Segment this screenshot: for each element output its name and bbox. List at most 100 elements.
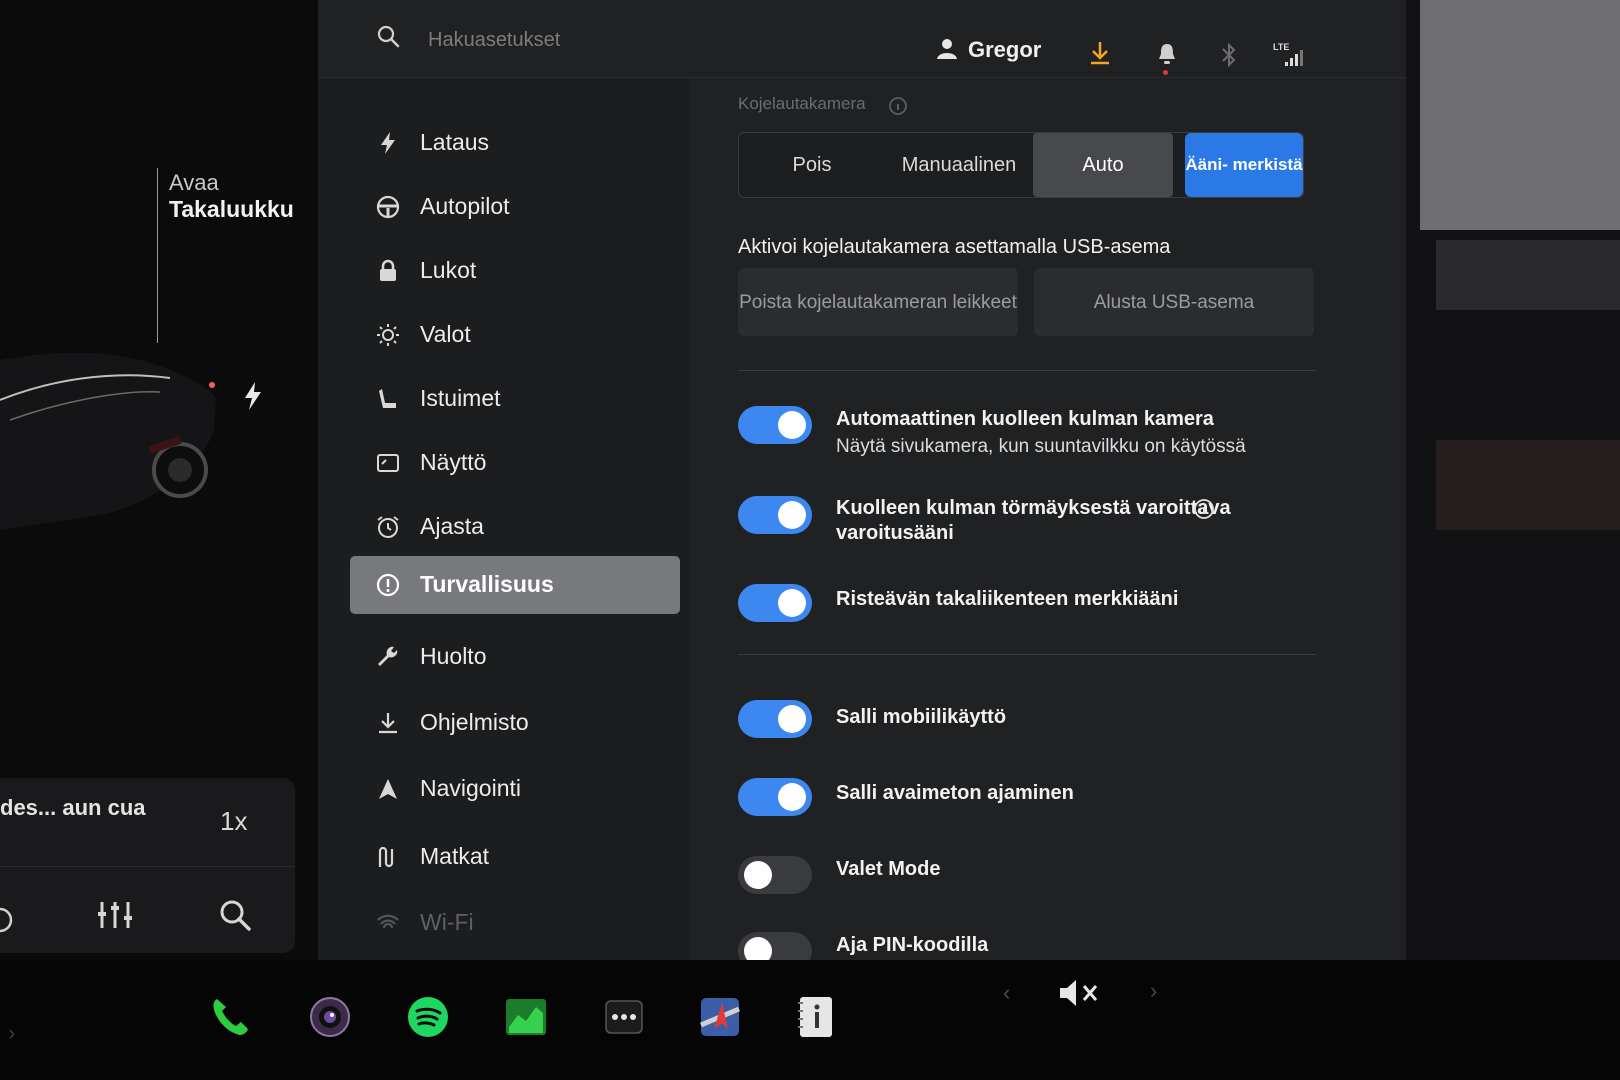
navigation-app-icon[interactable]	[698, 995, 742, 1039]
more-icon[interactable]	[602, 995, 646, 1039]
manual-icon[interactable]	[794, 995, 838, 1039]
navigation-icon	[379, 779, 397, 799]
dashcam-option-pois[interactable]: Pois	[739, 133, 885, 197]
toggle-knob	[778, 411, 806, 439]
cross-traffic-chime-toggle[interactable]	[738, 584, 812, 622]
blind-spot-camera-subtitle: Näytä sivukamera, kun suuntavilkku on kä…	[836, 436, 1246, 457]
sidebar-item-label: Lataus	[420, 129, 490, 155]
sidebar-item-label: Matkat	[420, 843, 490, 869]
media-track-title: des... aun cua	[0, 795, 146, 820]
download-icon	[379, 713, 397, 734]
blind-spot-chime-toggle[interactable]	[738, 496, 812, 534]
sidebar-item-label: Ohjelmisto	[420, 709, 529, 735]
sidebar-item-lukot[interactable]: Lukot	[350, 242, 680, 300]
sidebar-item-label: Wi-Fi	[420, 909, 474, 935]
usb-instruction-text: Aktivoi kojelautakamera asettamalla USB-…	[738, 236, 1171, 258]
format-usb-button[interactable]: Alusta USB-asema	[1034, 268, 1314, 336]
route-icon	[378, 846, 394, 868]
sidebar-item-istuimet[interactable]: Istuimet	[350, 370, 680, 428]
wrench-icon	[378, 646, 398, 666]
background-dashboard-trim	[1436, 440, 1620, 530]
camera-icon[interactable]	[308, 995, 352, 1039]
seat-icon	[379, 389, 396, 408]
sidebar-item-label: Autopilot	[420, 193, 510, 219]
sidebar-item-navigointi[interactable]: Navigointi	[350, 760, 680, 818]
dashcam-option-aanimerkista[interactable]: Ääni- merkistä	[1185, 133, 1303, 197]
search-icon[interactable]	[376, 24, 400, 48]
sidebar-item-lataus[interactable]: Lataus	[350, 114, 680, 172]
dashcam-option-auto[interactable]: Auto	[1033, 133, 1173, 197]
media-divider	[0, 866, 295, 867]
keyless-driving-toggle[interactable]	[738, 778, 812, 816]
dashcam-option-manuaalinen[interactable]: Manuaalinen	[885, 133, 1033, 197]
sidebar-item-matkat[interactable]: Matkat	[350, 828, 680, 886]
info-icon[interactable]	[1193, 498, 1215, 520]
dashcam-mode-selector: Pois Manuaalinen Auto Ääni- merkistä	[738, 132, 1304, 198]
trunk-pointer-line	[157, 168, 158, 343]
search-icon[interactable]	[218, 898, 252, 932]
blind-spot-camera-title: Automaattinen kuolleen kulman kamera	[836, 408, 1214, 430]
display-icon	[377, 454, 399, 472]
sidebar-item-valot[interactable]: Valot	[350, 306, 680, 364]
info-icon[interactable]	[888, 96, 908, 116]
bluetooth-icon[interactable]	[1220, 42, 1238, 68]
download-icon[interactable]	[1088, 40, 1112, 66]
sidebar-item-ohjelmisto[interactable]: Ohjelmisto	[350, 694, 680, 752]
steering-wheel-icon	[376, 195, 400, 219]
valet-mode-title: Valet Mode	[836, 858, 941, 880]
sidebar-item-label: Lukot	[420, 257, 477, 283]
settings-screen: Gregor LTE Lataus Autopilot Lukot Valot …	[318, 0, 1406, 970]
sidebar-item-huolto[interactable]: Huolto	[350, 628, 680, 686]
car-image	[0, 352, 216, 530]
wifi-icon	[377, 914, 399, 929]
alert-circle-icon	[376, 573, 400, 597]
toggle-knob	[778, 783, 806, 811]
mute-icon[interactable]	[1058, 978, 1106, 1008]
trunk-label[interactable]: Takaluukku	[169, 196, 294, 223]
trunk-action-label[interactable]: Avaa	[169, 170, 219, 196]
stocks-icon[interactable]	[504, 995, 548, 1039]
pin-to-drive-title: Aja PIN-koodilla	[836, 934, 989, 956]
volume-up-chevron-icon[interactable]: ›	[1150, 978, 1157, 1004]
user-icon[interactable]	[936, 38, 958, 60]
mobile-access-title: Salli mobiilikäyttö	[836, 706, 1007, 728]
settings-search-input[interactable]	[426, 24, 730, 56]
user-name[interactable]: Gregor	[968, 37, 1041, 63]
chevron-right-icon[interactable]: ›	[8, 1020, 15, 1046]
sidebar-item-autopilot[interactable]: Autopilot	[350, 178, 680, 236]
playback-speed-button[interactable]: 1x	[220, 806, 247, 837]
bell-icon[interactable]	[1156, 42, 1178, 66]
prev-icon[interactable]	[0, 906, 14, 934]
sidebar-item-label: Navigointi	[420, 775, 521, 801]
alarm-clock-icon	[377, 516, 399, 538]
sidebar-item-label: Näyttö	[420, 449, 487, 475]
delete-dashcam-clips-button[interactable]: Poista kojelautakameran leikkeet	[738, 268, 1018, 336]
sun-icon	[377, 324, 399, 346]
toggle-knob	[778, 589, 806, 617]
phone-icon[interactable]	[208, 995, 252, 1039]
equalizer-icon[interactable]	[98, 898, 132, 930]
volume-down-chevron-icon[interactable]: ‹	[1003, 980, 1010, 1006]
sidebar-item-ajasta[interactable]: Ajasta	[350, 498, 680, 556]
signal-icon	[1285, 50, 1303, 66]
mobile-access-toggle[interactable]	[738, 700, 812, 738]
sidebar-item-label: Valot	[420, 321, 471, 347]
toggle-knob	[778, 501, 806, 529]
lightning-icon	[381, 132, 395, 154]
blind-spot-camera-toggle[interactable]	[738, 406, 812, 444]
cross-traffic-chime-title: Risteävän takaliikenteen merkkiääni	[836, 588, 1179, 610]
lock-icon	[380, 259, 396, 281]
sidebar-item-label: Huolto	[420, 643, 487, 669]
toggle-knob	[778, 705, 806, 733]
valet-mode-toggle[interactable]	[738, 856, 812, 894]
background-dashboard-strip	[1436, 240, 1620, 310]
section-divider	[738, 654, 1316, 655]
keyless-driving-title: Salli avaimeton ajaminen	[836, 782, 1074, 804]
section-divider	[738, 370, 1316, 371]
sidebar-item-wifi[interactable]: Wi-Fi	[350, 894, 680, 952]
sidebar-item-label: Istuimet	[420, 385, 501, 411]
spotify-icon[interactable]	[406, 995, 450, 1039]
sidebar-item-naytto[interactable]: Näyttö	[350, 434, 680, 492]
sidebar-item-label: Ajasta	[420, 513, 484, 539]
sidebar-item-turvallisuus[interactable]: Turvallisuus	[350, 556, 680, 614]
